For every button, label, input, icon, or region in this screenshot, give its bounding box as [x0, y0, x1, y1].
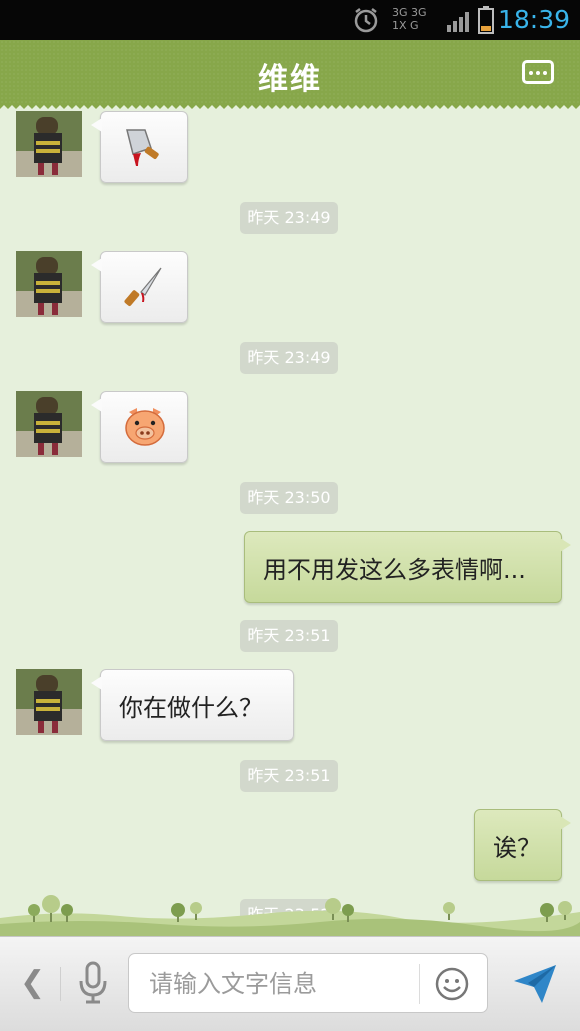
status-bar: 3G 3G 1X G 18:39 [0, 0, 580, 40]
message-text: 你在做什么？ [119, 694, 263, 722]
message-bubble[interactable] [91, 391, 188, 463]
scenery-decoration [0, 895, 580, 936]
alarm-icon [354, 8, 378, 33]
timestamp: 昨天 23:50 [240, 482, 338, 514]
avatar[interactable] [16, 251, 82, 317]
timestamp: 昨天 23:51 [240, 620, 338, 652]
chat-title: 维维 [258, 62, 322, 97]
message-bubble[interactable]: 你在做什么？ [91, 669, 294, 741]
message-bubble[interactable] [91, 251, 188, 323]
message-text: 用不用发这么多表情啊... [263, 556, 526, 584]
divider [60, 967, 61, 1001]
title-bar: 维维 [0, 40, 580, 104]
signal-icon [447, 12, 469, 32]
knife-icon [124, 267, 162, 307]
avatar-photo [16, 111, 82, 177]
input-bar: ❮ [0, 936, 580, 1031]
smiley-icon[interactable] [434, 966, 470, 1002]
header-zigzag-edge [0, 103, 580, 109]
cleaver-icon [126, 129, 159, 166]
avatar[interactable] [16, 111, 82, 177]
microphone-icon[interactable] [78, 961, 108, 1005]
avatar[interactable] [16, 669, 82, 735]
send-icon[interactable] [512, 963, 558, 1005]
message-input[interactable] [147, 966, 411, 1002]
timestamp: 昨天 23:51 [240, 760, 338, 792]
avatar[interactable] [16, 391, 82, 457]
network-label: 3G 3G 1X G [392, 6, 427, 32]
message-input-field[interactable] [128, 953, 488, 1013]
message-bubble[interactable] [91, 111, 188, 183]
message-text: 诶？ [493, 834, 541, 862]
chevron-left-icon[interactable]: ❮ [20, 965, 45, 1000]
avatar-photo [16, 391, 82, 457]
avatar-photo [16, 669, 82, 735]
chat-area[interactable]: 昨天 23:49 昨天 23:49 昨天 23:50 用不用发这么多表情啊...… [0, 111, 580, 937]
battery-icon [478, 6, 494, 34]
timestamp: 昨天 23:49 [240, 342, 338, 374]
avatar-photo [16, 251, 82, 317]
divider [419, 964, 420, 1004]
timestamp: 昨天 23:49 [240, 202, 338, 234]
pig-face-icon [125, 408, 165, 446]
sent-message-bubble[interactable]: 诶？ [474, 809, 571, 881]
more-options-button[interactable] [522, 60, 554, 84]
clock: 18:39 [497, 5, 570, 34]
sent-message-bubble[interactable]: 用不用发这么多表情啊... [244, 531, 571, 603]
